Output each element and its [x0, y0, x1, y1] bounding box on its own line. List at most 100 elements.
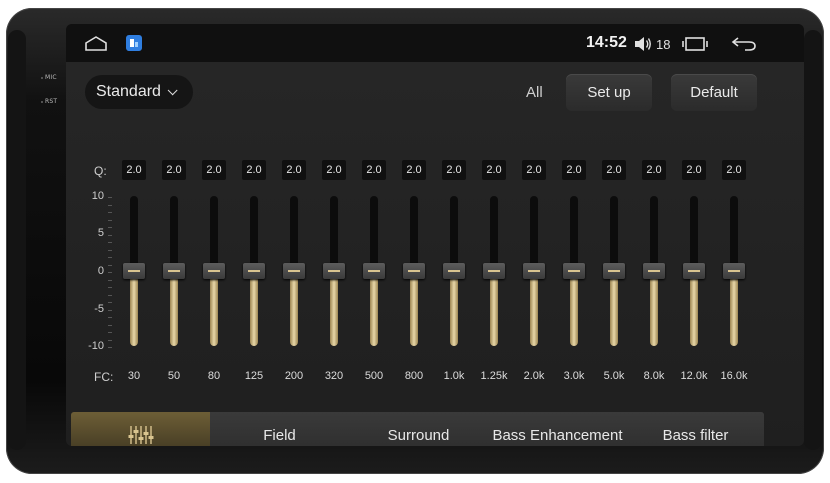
volume-level: 18	[656, 37, 671, 52]
scale-label: -10	[88, 340, 104, 352]
band-slider-thumb[interactable]	[163, 263, 185, 279]
tab-bass-enhancement[interactable]: Bass Enhancement	[488, 412, 628, 446]
q-value-box[interactable]: 2.0	[122, 160, 146, 180]
band-slider-thumb[interactable]	[203, 263, 225, 279]
band-slider-fill	[610, 271, 618, 346]
band-slider-fill	[290, 271, 298, 346]
tab-field[interactable]: Field	[210, 412, 350, 446]
fc-value: 200	[284, 370, 304, 382]
tab-bar: Field Surround Bass Enhancement Bass fil…	[71, 412, 764, 446]
band-slider-fill	[530, 271, 538, 346]
scale-tick	[108, 317, 112, 318]
tab-bass-filter[interactable]: Bass filter	[627, 412, 764, 446]
q-value-box[interactable]: 2.0	[602, 160, 626, 180]
q-value-box[interactable]: 2.0	[722, 160, 746, 180]
band-slider-thumb[interactable]	[403, 263, 425, 279]
scale-tick	[108, 197, 112, 198]
bezel-left	[8, 30, 26, 450]
band-slider-thumb[interactable]	[123, 263, 145, 279]
scale-label: -5	[94, 303, 104, 315]
app-icon[interactable]	[126, 35, 142, 51]
q-value-box[interactable]: 2.0	[322, 160, 346, 180]
recent-apps-icon[interactable]	[682, 36, 708, 52]
band-slider-thumb[interactable]	[523, 263, 545, 279]
band-slider-fill	[410, 271, 418, 346]
scale-tick	[108, 287, 112, 288]
q-value-box[interactable]: 2.0	[522, 160, 546, 180]
back-icon[interactable]	[731, 35, 757, 51]
scale-tick	[108, 242, 112, 243]
band-slider-fill	[650, 271, 658, 346]
equalizer-panel: Standard All Set up Default Q: FC: 10 5 0 -…	[66, 62, 804, 446]
q-value-box[interactable]: 2.0	[442, 160, 466, 180]
band-slider-thumb[interactable]	[363, 263, 385, 279]
equalizer-icon	[128, 426, 153, 444]
fc-value: 12.0k	[680, 370, 708, 382]
rst-button-label[interactable]: RST	[45, 98, 57, 105]
band-slider-thumb[interactable]	[483, 263, 505, 279]
band-slider-thumb[interactable]	[603, 263, 625, 279]
setup-button[interactable]: Set up	[566, 74, 652, 111]
fc-value: 80	[207, 370, 221, 382]
band-slider-fill	[330, 271, 338, 346]
fc-label: FC:	[94, 370, 114, 384]
scale-tick	[108, 302, 112, 303]
tab-surround[interactable]: Surround	[349, 412, 489, 446]
fc-value: 800	[404, 370, 424, 382]
q-label: Q:	[94, 164, 107, 178]
band-slider-fill	[370, 271, 378, 346]
fc-value: 125	[244, 370, 264, 382]
fc-value: 500	[364, 370, 384, 382]
band-slider-fill	[450, 271, 458, 346]
q-value-box[interactable]: 2.0	[642, 160, 666, 180]
band-slider-thumb[interactable]	[643, 263, 665, 279]
scale-tick	[108, 212, 112, 213]
q-value-box[interactable]: 2.0	[242, 160, 266, 180]
scale-tick	[108, 234, 112, 236]
band-slider-fill	[690, 271, 698, 346]
q-value-box[interactable]: 2.0	[402, 160, 426, 180]
preset-dropdown[interactable]: Standard	[85, 75, 193, 109]
q-value-box[interactable]: 2.0	[682, 160, 706, 180]
scale-tick	[108, 324, 112, 326]
fc-value: 30	[127, 370, 141, 382]
q-value-box[interactable]: 2.0	[162, 160, 186, 180]
fc-value: 3.0k	[563, 370, 585, 382]
scale-label: 0	[97, 265, 104, 277]
scale-tick	[108, 249, 112, 251]
volume-icon[interactable]	[634, 36, 652, 52]
q-value-box[interactable]: 2.0	[282, 160, 306, 180]
band-slider-fill	[170, 271, 178, 346]
band-slider-thumb[interactable]	[243, 263, 265, 279]
preset-label: Standard	[96, 83, 161, 100]
scale-label: 5	[97, 227, 104, 239]
status-bar: 14:52 18	[66, 24, 804, 62]
band-slider-fill	[210, 271, 218, 346]
q-value-box[interactable]: 2.0	[202, 160, 226, 180]
screen: 14:52 18 Standard All Set up Default Q: …	[66, 24, 804, 446]
scale-tick	[108, 204, 112, 206]
band-slider-thumb[interactable]	[683, 263, 705, 279]
q-value-box[interactable]: 2.0	[362, 160, 386, 180]
band-slider-thumb[interactable]	[283, 263, 305, 279]
band-slider-thumb[interactable]	[563, 263, 585, 279]
all-toggle[interactable]: All	[526, 84, 543, 101]
q-value-box[interactable]: 2.0	[482, 160, 506, 180]
q-value-box[interactable]: 2.0	[562, 160, 586, 180]
mic-label: MIC	[45, 74, 57, 81]
fc-value: 320	[324, 370, 344, 382]
tab-equalizer[interactable]	[71, 412, 211, 446]
fc-value: 5.0k	[603, 370, 625, 382]
scale-tick	[108, 272, 112, 273]
home-icon[interactable]	[84, 35, 108, 51]
band-slider-thumb[interactable]	[443, 263, 465, 279]
scale-tick	[108, 257, 112, 258]
bezel-right	[804, 30, 822, 450]
default-button[interactable]: Default	[671, 74, 757, 111]
band-slider-thumb[interactable]	[723, 263, 745, 279]
scale-label: 10	[91, 190, 104, 202]
band-slider-thumb[interactable]	[323, 263, 345, 279]
scale-tick	[108, 332, 112, 333]
scale-tick	[108, 279, 112, 281]
band-slider-fill	[570, 271, 578, 346]
